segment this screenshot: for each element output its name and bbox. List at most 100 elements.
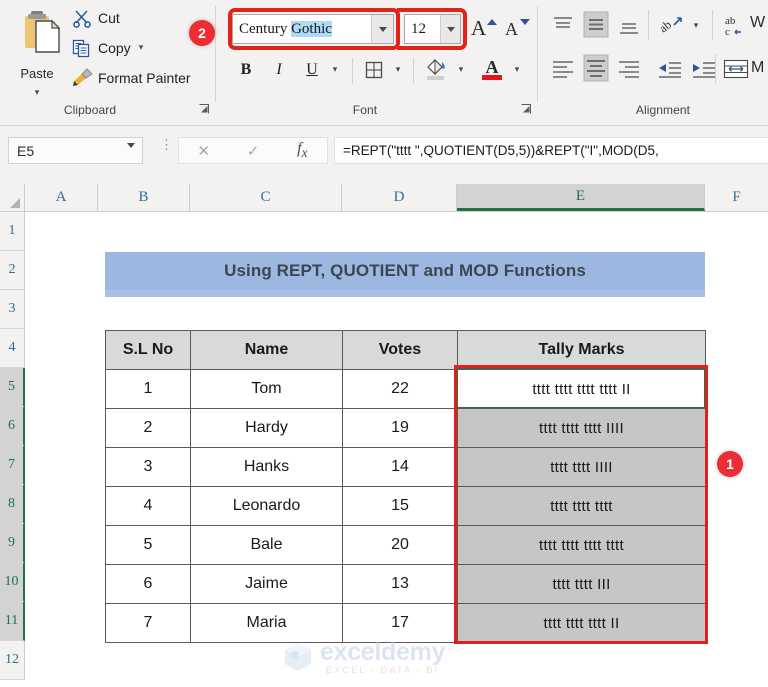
fx-icon[interactable]: fx bbox=[278, 140, 327, 161]
decrease-font-size-button[interactable]: A bbox=[503, 14, 533, 44]
wrap-text-button[interactable]: ab c bbox=[722, 11, 750, 39]
align-top-icon bbox=[554, 17, 572, 28]
fill-color-dropdown-caret-icon[interactable]: ▾ bbox=[452, 56, 470, 84]
cell-tally[interactable]: tttt tttt IIII bbox=[457, 447, 706, 487]
formula-input[interactable]: =REPT("tttt ",QUOTIENT(D5,5))&REPT("I",M… bbox=[334, 137, 768, 164]
cell-tally[interactable]: tttt tttt tttt II bbox=[457, 603, 706, 643]
underline-dropdown-caret-icon[interactable]: ▾ bbox=[326, 56, 344, 84]
confirm-check-icon[interactable]: ✓ bbox=[228, 142, 277, 160]
row-header-2[interactable]: 2 bbox=[0, 251, 25, 290]
bold-button[interactable]: B bbox=[232, 56, 260, 84]
cell-name[interactable]: Hardy bbox=[190, 408, 343, 448]
decrease-indent-button[interactable] bbox=[654, 56, 684, 82]
column-header-f[interactable]: F bbox=[705, 184, 768, 211]
row-header-11[interactable]: 11 bbox=[0, 602, 25, 641]
clipboard-dialog-launcher-icon[interactable] bbox=[198, 103, 210, 118]
paste-button[interactable]: Paste ▾ bbox=[6, 6, 68, 106]
title-banner[interactable]: Using REPT, QUOTIENT and MOD Functions bbox=[105, 252, 705, 290]
font-size-input[interactable]: 12 bbox=[404, 14, 461, 44]
fill-color-button[interactable] bbox=[421, 54, 451, 84]
cell-tally-active[interactable]: tttt tttt tttt tttt II bbox=[457, 369, 706, 409]
copy-button[interactable]: Copy ▾ bbox=[72, 36, 143, 60]
row-header-1[interactable]: 1 bbox=[0, 212, 25, 251]
row-header-8[interactable]: 8 bbox=[0, 485, 25, 524]
cell-name[interactable]: Hanks bbox=[190, 447, 343, 487]
cell-sl[interactable]: 4 bbox=[105, 486, 191, 526]
cell-name[interactable]: Bale bbox=[190, 525, 343, 565]
table-row[interactable]: 6 Jaime 13 tttt tttt III bbox=[105, 564, 706, 604]
align-left-button[interactable] bbox=[548, 56, 578, 82]
align-top-button[interactable] bbox=[548, 12, 578, 40]
cell-tally[interactable]: tttt tttt tttt bbox=[457, 486, 706, 526]
cancel-icon[interactable]: ✕ bbox=[179, 142, 228, 160]
font-name-dropdown-button[interactable] bbox=[371, 15, 393, 43]
merge-center-button[interactable] bbox=[722, 55, 750, 83]
cell-name[interactable]: Jaime bbox=[190, 564, 343, 604]
table-row[interactable]: 1 Tom 22 tttt tttt tttt tttt II bbox=[105, 369, 706, 409]
row-header-3[interactable]: 3 bbox=[0, 290, 25, 329]
cell-votes[interactable]: 13 bbox=[342, 564, 458, 604]
table-row[interactable]: 7 Maria 17 tttt tttt tttt II bbox=[105, 603, 706, 643]
align-center-button[interactable] bbox=[580, 52, 612, 84]
font-name-input[interactable]: Century Gothic bbox=[232, 14, 394, 44]
increase-indent-button[interactable] bbox=[688, 56, 718, 82]
cell-votes[interactable]: 19 bbox=[342, 408, 458, 448]
row-header-12[interactable]: 12 bbox=[0, 641, 25, 680]
cell-votes[interactable]: 22 bbox=[342, 369, 458, 409]
table-row[interactable]: 5 Bale 20 tttt tttt tttt tttt bbox=[105, 525, 706, 565]
column-header-d[interactable]: D bbox=[342, 184, 457, 211]
borders-dropdown-caret-icon[interactable]: ▾ bbox=[389, 56, 407, 84]
name-box-dropdown-caret-icon[interactable] bbox=[127, 143, 135, 166]
cell-votes[interactable]: 20 bbox=[342, 525, 458, 565]
cell-votes[interactable]: 17 bbox=[342, 603, 458, 643]
orientation-button[interactable]: ab bbox=[656, 11, 688, 39]
cell-sl[interactable]: 1 bbox=[105, 369, 191, 409]
align-right-button[interactable] bbox=[614, 56, 644, 82]
font-size-dropdown-button[interactable] bbox=[440, 15, 460, 43]
cell-name[interactable]: Tom bbox=[190, 369, 343, 409]
table-row[interactable]: 2 Hardy 19 tttt tttt tttt IIII bbox=[105, 408, 706, 448]
cell-tally[interactable]: tttt tttt III bbox=[457, 564, 706, 604]
increase-font-size-button[interactable]: A bbox=[469, 14, 499, 44]
row-header-9[interactable]: 9 bbox=[0, 524, 25, 563]
italic-button[interactable]: I bbox=[265, 56, 293, 84]
row-header-7[interactable]: 7 bbox=[0, 446, 25, 485]
row-header-6[interactable]: 6 bbox=[0, 407, 25, 446]
borders-button[interactable] bbox=[360, 56, 388, 84]
cell-votes[interactable]: 14 bbox=[342, 447, 458, 487]
column-header-e[interactable]: E bbox=[457, 184, 705, 211]
paste-dropdown-caret-icon[interactable]: ▾ bbox=[6, 88, 68, 97]
column-header-b[interactable]: B bbox=[98, 184, 190, 211]
column-header-a[interactable]: A bbox=[25, 184, 98, 211]
underline-button[interactable]: U bbox=[298, 56, 326, 84]
align-middle-button[interactable] bbox=[580, 9, 612, 41]
name-box[interactable]: E5 bbox=[8, 137, 143, 166]
cell-votes[interactable]: 15 bbox=[342, 486, 458, 526]
table-row[interactable]: 4 Leonardo 15 tttt tttt tttt bbox=[105, 486, 706, 526]
font-name-value: Century Gothic bbox=[233, 20, 332, 38]
column-header-c[interactable]: C bbox=[190, 184, 342, 211]
cell-name[interactable]: Maria bbox=[190, 603, 343, 643]
row-header-10[interactable]: 10 bbox=[0, 563, 25, 602]
table-row[interactable]: 3 Hanks 14 tttt tttt IIII bbox=[105, 447, 706, 487]
formula-bar-handle[interactable]: ⋮ bbox=[160, 138, 173, 159]
select-all-button[interactable] bbox=[0, 184, 25, 211]
cell-sl[interactable]: 3 bbox=[105, 447, 191, 487]
cell-sl[interactable]: 6 bbox=[105, 564, 191, 604]
cell-sl[interactable]: 7 bbox=[105, 603, 191, 643]
copy-dropdown-caret-icon[interactable]: ▾ bbox=[139, 42, 144, 53]
font-dialog-launcher-icon[interactable] bbox=[520, 103, 532, 118]
cut-button[interactable]: Cut bbox=[72, 6, 120, 30]
cell-tally[interactable]: tttt tttt tttt tttt bbox=[457, 525, 706, 565]
row-header-4[interactable]: 4 bbox=[0, 329, 25, 368]
row-header-5[interactable]: 5 bbox=[0, 368, 25, 407]
align-bottom-button[interactable] bbox=[614, 12, 644, 40]
cell-name[interactable]: Leonardo bbox=[190, 486, 343, 526]
cell-sl[interactable]: 5 bbox=[105, 525, 191, 565]
orientation-dropdown-caret-icon[interactable]: ▾ bbox=[688, 14, 704, 38]
cell-sl[interactable]: 2 bbox=[105, 408, 191, 448]
font-color-button[interactable]: A bbox=[477, 52, 507, 84]
font-color-dropdown-caret-icon[interactable]: ▾ bbox=[508, 56, 526, 84]
format-painter-button[interactable]: Format Painter bbox=[72, 66, 191, 90]
cell-tally[interactable]: tttt tttt tttt IIII bbox=[457, 408, 706, 448]
